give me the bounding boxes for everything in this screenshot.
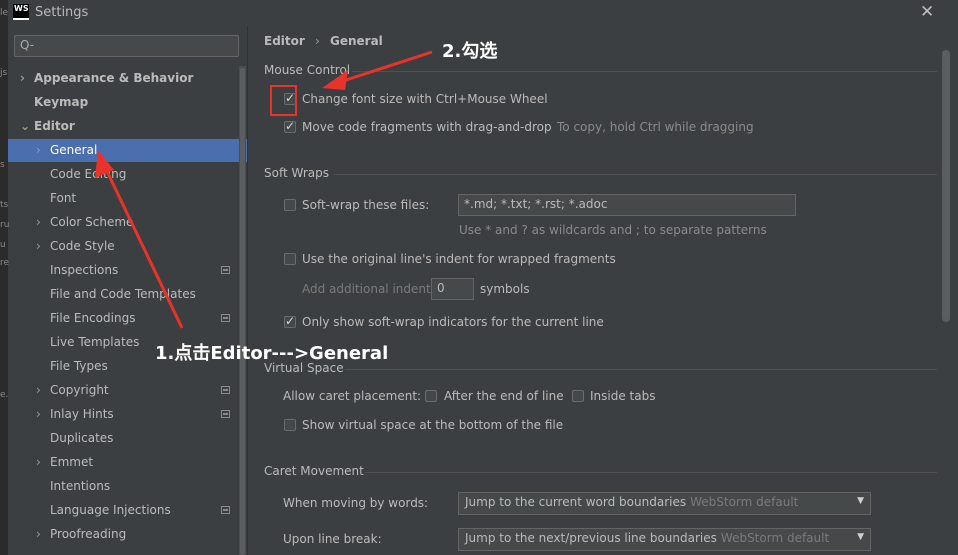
annotation-arrows xyxy=(95,50,433,329)
arrow-head-checkbox xyxy=(322,70,348,90)
annotation-step1: 1.点击Editor--->General xyxy=(155,343,389,364)
arrow-to-checkbox xyxy=(339,50,433,84)
arrow-head-general xyxy=(95,150,114,178)
arrow-to-general xyxy=(102,164,184,329)
annotation-step2: 2.勾选 xyxy=(442,41,498,62)
